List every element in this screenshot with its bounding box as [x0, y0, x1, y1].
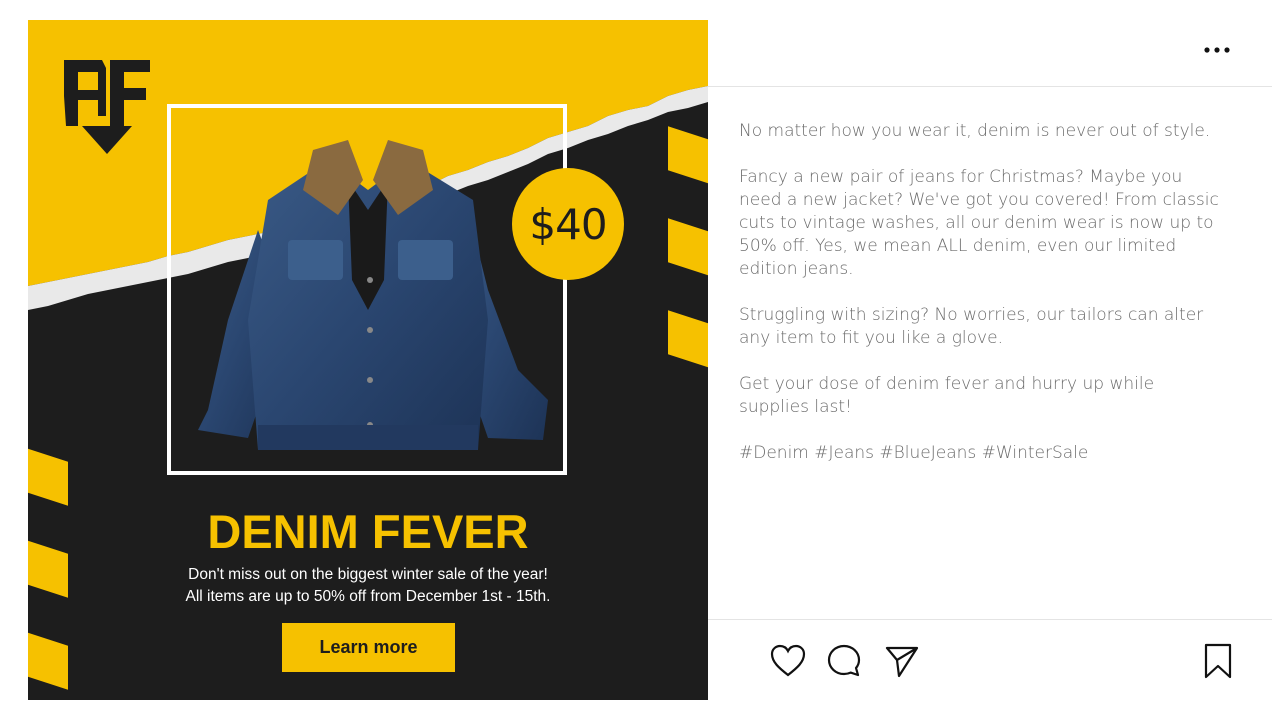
- post-header: [708, 20, 1272, 87]
- price-badge: $40: [512, 168, 624, 280]
- caption-paragraph: Fancy a new pair of jeans for Christmas?…: [739, 167, 1219, 279]
- learn-more-button[interactable]: Learn more: [282, 623, 455, 672]
- comment-icon[interactable]: [825, 642, 863, 680]
- caption-paragraph: No matter how you wear it, denim is neve…: [739, 121, 1211, 141]
- heart-icon[interactable]: [769, 642, 807, 680]
- promo-subtext-line2: All items are up to 50% off from Decembe…: [185, 588, 551, 605]
- caption-paragraph: Get your dose of denim fever and hurry u…: [739, 374, 1155, 417]
- post-actions-bar: [708, 619, 1272, 702]
- post-image: $40 DENIM FEVER Don't miss out on the bi…: [28, 20, 708, 700]
- headline: DENIM FEVER: [207, 505, 529, 558]
- more-options-icon[interactable]: [1202, 40, 1232, 60]
- brand-logo: [64, 60, 150, 154]
- post-caption: No matter how you wear it, denim is neve…: [739, 120, 1229, 488]
- price-text: $40: [529, 199, 607, 249]
- send-icon[interactable]: [883, 642, 921, 680]
- caption-paragraph: Struggling with sizing? No worries, our …: [739, 305, 1204, 348]
- denim-jacket-image: [198, 140, 548, 450]
- promo-subtext-line1: Don't miss out on the biggest winter sal…: [188, 566, 548, 583]
- bookmark-icon[interactable]: [1199, 642, 1237, 680]
- caption-hashtags: #Denim #Jeans #BlueJeans #WinterSale: [739, 443, 1089, 463]
